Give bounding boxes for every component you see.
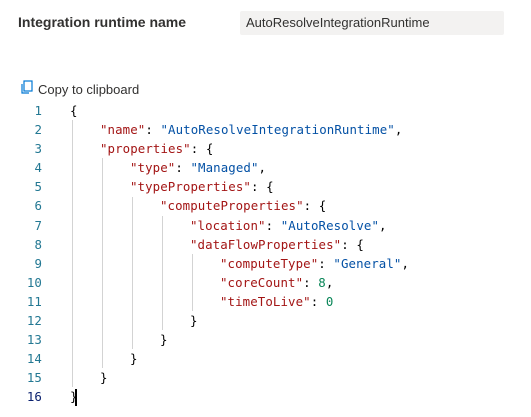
code-token: "General" — [333, 255, 402, 271]
code-token: "properties" — [100, 141, 191, 157]
code-line: 14} — [0, 349, 531, 368]
code-text: "coreCount": 8, — [220, 273, 333, 292]
indent-guide — [72, 120, 73, 388]
code-line: 9 "computeType": "General", — [0, 254, 531, 273]
code-token: "AutoResolve" — [280, 217, 380, 233]
code-token: "computeType" — [220, 255, 319, 271]
line-number: 11 — [26, 293, 42, 309]
line-number: 3 — [34, 141, 42, 157]
code-token: } — [190, 313, 198, 329]
code-token: "location" — [190, 217, 266, 233]
copy-to-clipboard-label: Copy to clipboard — [38, 81, 140, 97]
text-cursor — [75, 388, 77, 406]
code-text: "type": "Managed", — [130, 158, 266, 177]
code-token: : — [175, 160, 191, 176]
code-token: "name" — [100, 122, 146, 138]
code-text: } — [190, 311, 198, 330]
line-number: 4 — [34, 160, 42, 176]
line-number: 13 — [26, 332, 42, 348]
code-token: "computeProperties" — [160, 198, 304, 214]
code-token: 0 — [325, 293, 334, 309]
indent-guide — [102, 158, 103, 369]
line-number: 16 — [26, 389, 42, 405]
code-token: : { — [250, 179, 274, 195]
code-line: 15} — [0, 368, 531, 387]
code-text: "typeProperties": { — [130, 177, 274, 196]
code-line: 5 "typeProperties": { — [0, 177, 531, 196]
line-number: 14 — [26, 351, 42, 367]
integration-runtime-name-label: Integration runtime name — [18, 14, 187, 30]
code-text: } — [130, 349, 138, 368]
code-token: , — [394, 122, 403, 138]
line-number: 1 — [34, 103, 42, 118]
code-token: } — [100, 370, 108, 386]
code-text: "properties": { — [100, 139, 213, 158]
code-token: , — [401, 255, 410, 271]
code-token: : — [303, 274, 319, 290]
line-number: 2 — [34, 122, 42, 138]
code-line: 10 "coreCount": 8, — [0, 273, 531, 292]
code-token: } — [160, 332, 168, 348]
code-token: : — [318, 255, 334, 271]
code-token: 8 — [318, 274, 326, 290]
code-token: : { — [190, 141, 214, 157]
code-token: : — [265, 217, 281, 233]
code-text: "location": "AutoResolve", — [190, 216, 387, 235]
code-token: "type" — [130, 160, 176, 176]
code-token: : { — [341, 236, 364, 252]
code-text: } — [100, 368, 108, 387]
line-number: 9 — [34, 255, 42, 271]
code-line: 11 "timeToLive": 0 — [0, 292, 531, 311]
line-number: 5 — [34, 179, 42, 195]
line-number: 7 — [34, 217, 42, 233]
code-token: , — [325, 274, 334, 290]
code-line: 8 "dataFlowProperties": { — [0, 235, 531, 254]
code-text: "dataFlowProperties": { — [190, 235, 364, 254]
code-text: "name": "AutoResolveIntegrationRuntime", — [100, 120, 402, 139]
code-line: 3 "properties": { — [0, 139, 531, 158]
code-text: } — [160, 330, 168, 349]
line-number: 6 — [34, 198, 42, 214]
code-text: "computeProperties": { — [160, 196, 326, 215]
copy-icon — [20, 80, 38, 98]
json-code-editor[interactable]: 1{2 "name": "AutoResolveIntegrationRuntim… — [0, 101, 531, 411]
code-token: : { — [303, 198, 327, 214]
code-token: } — [130, 351, 138, 367]
integration-runtime-name-value: AutoResolveIntegrationRuntime — [240, 11, 504, 35]
code-text: "timeToLive": 0 — [220, 292, 333, 311]
code-token: : — [145, 122, 161, 138]
code-line: 7 "location": "AutoResolve", — [0, 216, 531, 235]
indent-guide — [162, 215, 163, 331]
code-token: "timeToLive" — [220, 293, 311, 309]
code-token: "dataFlowProperties" — [190, 236, 342, 252]
code-token: "Managed" — [190, 160, 259, 176]
code-token: "coreCount" — [220, 274, 304, 290]
code-token: { — [70, 103, 78, 118]
code-line: 2 "name": "AutoResolveIntegrationRuntime"… — [0, 120, 531, 139]
code-line: 12} — [0, 311, 531, 330]
line-number: 15 — [26, 370, 42, 386]
code-text: { — [70, 101, 78, 120]
line-number: 12 — [26, 313, 42, 329]
code-line: 13} — [0, 330, 531, 349]
code-line: 6 "computeProperties": { — [0, 196, 531, 215]
indent-guide — [132, 196, 133, 350]
code-token: , — [258, 160, 267, 176]
code-token: : — [310, 293, 326, 309]
code-line: 1{ — [0, 101, 531, 120]
copy-to-clipboard-button[interactable]: Copy to clipboard — [20, 80, 139, 98]
line-number: 10 — [26, 274, 42, 290]
code-line: 16} — [0, 387, 531, 406]
code-line: 4 "type": "Managed", — [0, 158, 531, 177]
indent-guide — [192, 253, 193, 312]
code-token: , — [379, 217, 387, 233]
code-text: "computeType": "General", — [220, 254, 409, 273]
code-token: "AutoResolveIntegrationRuntime" — [160, 122, 395, 138]
line-number: 8 — [34, 236, 42, 252]
code-token: "typeProperties" — [130, 179, 251, 195]
